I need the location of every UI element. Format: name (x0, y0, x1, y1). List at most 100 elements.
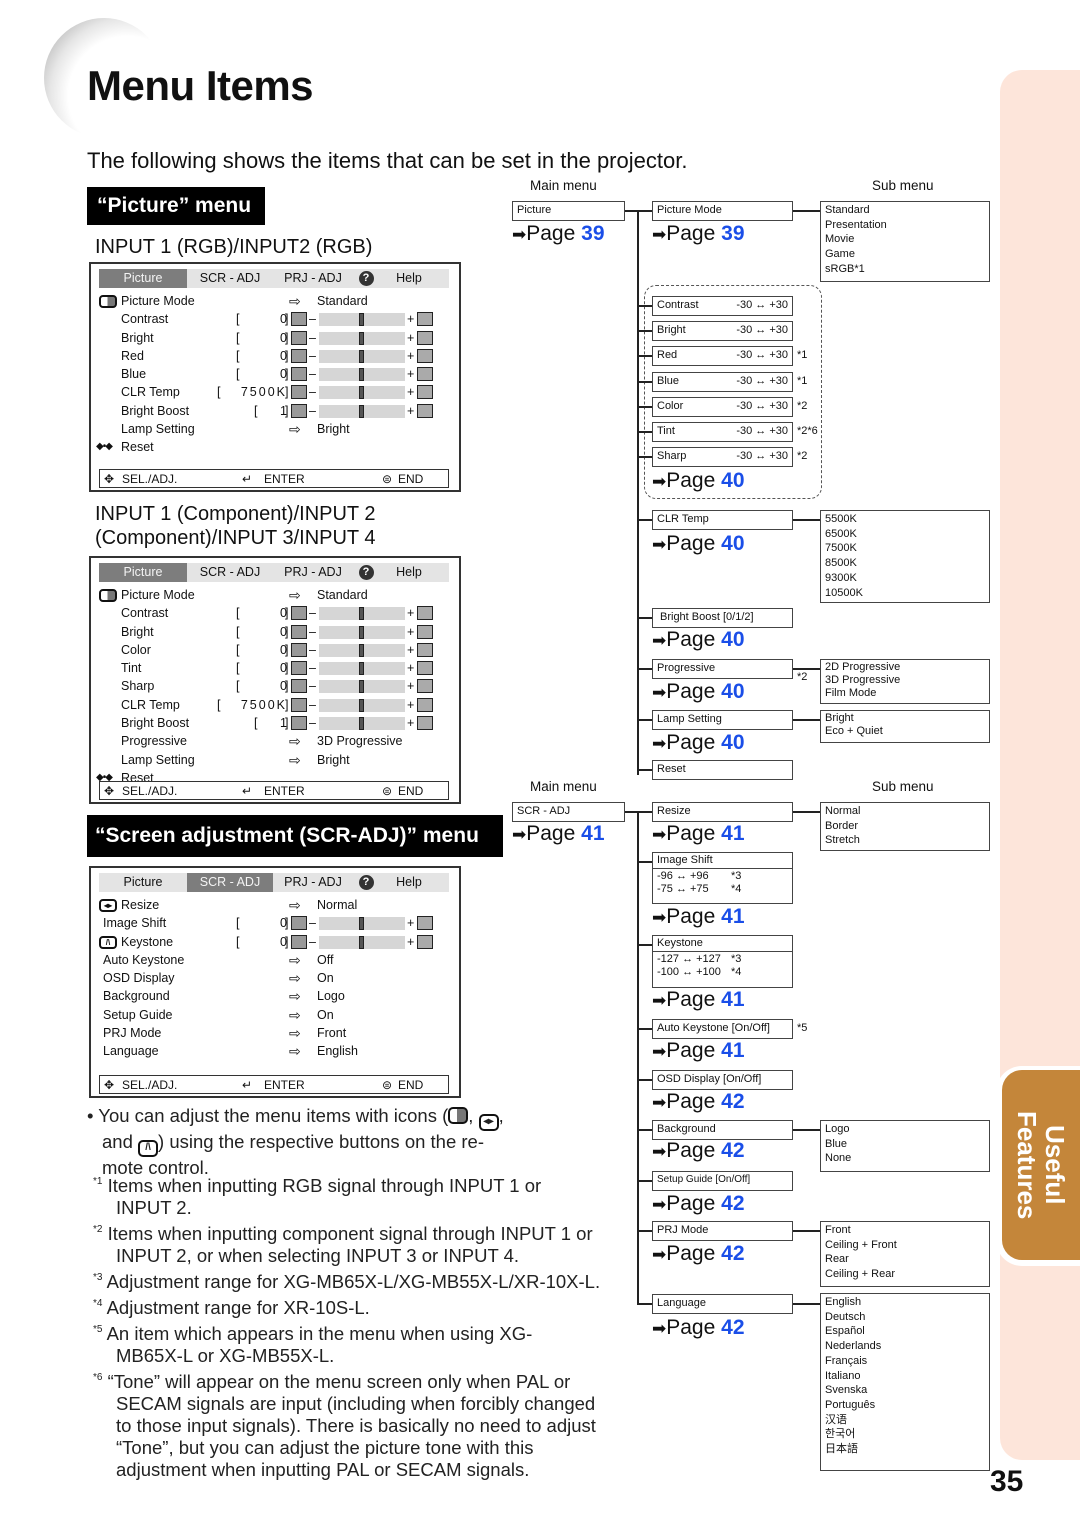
osd-row-clr-temp[interactable]: CLR Temp [7500K] – + (99, 696, 459, 714)
osd-tab-prj-adj[interactable]: PRJ - ADJ (273, 873, 353, 892)
page-ref[interactable]: ➡Page 41 (652, 988, 745, 1012)
page-ref[interactable]: ➡Page 41 (512, 822, 605, 846)
page-ref[interactable]: ➡Page 39 (512, 222, 605, 246)
adjust-slider[interactable] (319, 917, 405, 931)
osd-row-blue[interactable]: Blue[0] – + (99, 365, 459, 383)
osd-tab-prj-adj[interactable]: PRJ - ADJ (273, 563, 353, 582)
note-text: and (102, 1131, 133, 1152)
osd-row-auto-keystone[interactable]: Auto Keystone ⇨ Off (99, 951, 459, 969)
page-ref[interactable]: ➡Page 41 (652, 822, 745, 846)
osd-row-picture-mode[interactable]: Picture Mode ⇨ Standard (99, 292, 459, 310)
slider-knob[interactable] (359, 643, 364, 657)
osd-row-language[interactable]: Language ⇨ English (99, 1042, 459, 1060)
osd-tab-scr-adj[interactable]: SCR - ADJ (187, 269, 273, 288)
osd-row-resize[interactable]: ◂▸ Resize ⇨ Normal (99, 896, 459, 914)
osd-tab-scr-adj[interactable]: SCR - ADJ (187, 563, 273, 582)
osd-row-reset[interactable]: ◆•◆ Reset (96, 438, 459, 456)
adjust-slider[interactable] (319, 368, 405, 382)
slider-knob[interactable] (359, 349, 364, 363)
page-ref[interactable]: ➡Page 40 (652, 731, 745, 755)
page-ref[interactable]: ➡Page 42 (652, 1242, 745, 1266)
osd-row-prj-mode[interactable]: PRJ Mode ⇨ Front (99, 1024, 459, 1042)
osd-tab-help-icon[interactable]: ? (353, 873, 379, 892)
slider-knob[interactable] (359, 662, 364, 676)
adjust-slider[interactable] (319, 607, 405, 621)
osd-row-lamp-setting[interactable]: Lamp Setting ⇨ Bright (99, 751, 459, 769)
osd-row-red[interactable]: Red[0] – + (99, 347, 459, 365)
adjust-slider[interactable] (319, 680, 405, 694)
page-ref[interactable]: ➡Page 40 (652, 532, 745, 556)
slider-knob[interactable] (359, 331, 364, 345)
adjust-slider[interactable] (319, 643, 405, 657)
osd-row-setup-guide[interactable]: Setup Guide ⇨ On (99, 1006, 459, 1024)
slider-knob[interactable] (359, 625, 364, 639)
page-ref[interactable]: ➡Page 42 (652, 1139, 745, 1163)
osd-row-bright-boost[interactable]: Bright Boost[1] – + (99, 714, 459, 732)
osd-tab-help[interactable]: Help (379, 563, 439, 582)
slider-knob[interactable] (359, 313, 364, 327)
osd-tab-scr-adj[interactable]: SCR - ADJ (187, 873, 273, 892)
submenu-option: Stretch (825, 834, 860, 847)
component-input-heading: INPUT 1 (Component)/INPUT 2 (Component)/… (95, 502, 375, 550)
osd-row-color[interactable]: Color[0] – + (99, 641, 459, 659)
page-ref[interactable]: ➡Page 41 (652, 905, 745, 929)
osd-tab-prj-adj[interactable]: PRJ - ADJ (273, 269, 353, 288)
osd-row-background[interactable]: Background ⇨ Logo (99, 987, 459, 1005)
slider-knob[interactable] (359, 935, 364, 949)
adjust-slider[interactable] (319, 349, 405, 363)
osd-row-tint[interactable]: Tint[0] – + (99, 659, 459, 677)
osd-row-image-shift[interactable]: Image Shift[0] – + (99, 914, 459, 932)
osd-tab-help[interactable]: Help (379, 269, 439, 288)
osd-row-bright[interactable]: Bright[0] – + (99, 329, 459, 347)
page-ref[interactable]: ➡Page 41 (652, 1039, 745, 1063)
adjust-slider[interactable] (319, 662, 405, 676)
page-ref[interactable]: ➡Page 42 (652, 1192, 745, 1216)
adjust-slider[interactable] (319, 625, 405, 639)
osd-tab-help[interactable]: Help (379, 873, 439, 892)
page-ref[interactable]: ➡Page 40 (652, 469, 745, 493)
enter-icon: ↵ (242, 471, 253, 486)
osd-row-clr-temp[interactable]: CLR Temp [7500K] – + (99, 383, 459, 401)
slider-knob[interactable] (359, 386, 364, 400)
osd-row-bright[interactable]: Bright[0] – + (99, 623, 459, 641)
osd-row-contrast[interactable]: Contrast[0] – + (99, 604, 459, 622)
osd-tab-picture[interactable]: Picture (99, 873, 187, 892)
osd-tab-picture[interactable]: Picture (99, 269, 187, 288)
osd-row-lamp-setting[interactable]: Lamp Setting ⇨ Bright (99, 420, 459, 438)
slider-knob[interactable] (359, 404, 364, 418)
page-ref[interactable]: ➡Page 42 (652, 1090, 745, 1114)
osd-row-label: Color (121, 642, 151, 657)
slider-knob[interactable] (359, 368, 364, 382)
osd-row-osd-display[interactable]: OSD Display ⇨ On (99, 969, 459, 987)
osd-row-label: Language (103, 1044, 159, 1059)
page-ref[interactable]: ➡Page 40 (652, 680, 745, 704)
page-ref[interactable]: ➡Page 39 (652, 222, 745, 246)
slider-knob[interactable] (359, 717, 364, 731)
adjust-slider[interactable] (319, 935, 405, 949)
page-ref[interactable]: ➡Page 40 (652, 628, 745, 652)
adjust-slider[interactable] (319, 386, 405, 400)
page-ref[interactable]: ➡Page 42 (652, 1316, 745, 1340)
osd-row-sharp[interactable]: Sharp[0] – + (99, 677, 459, 695)
footnote-mark: *3 (93, 1272, 103, 1283)
osd-tab-picture[interactable]: Picture (99, 563, 187, 582)
slider-knob[interactable] (359, 917, 364, 931)
slider-knob[interactable] (359, 607, 364, 621)
osd-tab-help-icon[interactable]: ? (353, 269, 379, 288)
footnote-text: Items when inputting RGB signal through … (107, 1175, 542, 1196)
adjust-slider[interactable] (319, 313, 405, 327)
osd-row-progressive[interactable]: Progressive ⇨ 3D Progressive (99, 732, 459, 750)
osd-row-keystone[interactable]: /\ Keystone[0] – + (99, 933, 459, 951)
osd-row-picture-mode[interactable]: Picture Mode ⇨ Standard (99, 586, 459, 604)
slider-knob[interactable] (359, 680, 364, 694)
adjust-slider[interactable] (319, 404, 405, 418)
adjust-slider[interactable] (319, 717, 405, 731)
slider-knob[interactable] (359, 698, 364, 712)
osd-row-contrast[interactable]: Contrast[0] – + (99, 310, 459, 328)
adjust-slider[interactable] (319, 331, 405, 345)
osd-row-bright-boost[interactable]: Bright Boost[1] – + (99, 402, 459, 420)
osd-tab-help-icon[interactable]: ? (353, 563, 379, 582)
adjust-slider[interactable] (319, 698, 405, 712)
connector (637, 1230, 653, 1232)
tree-resize: Resize (652, 802, 793, 822)
